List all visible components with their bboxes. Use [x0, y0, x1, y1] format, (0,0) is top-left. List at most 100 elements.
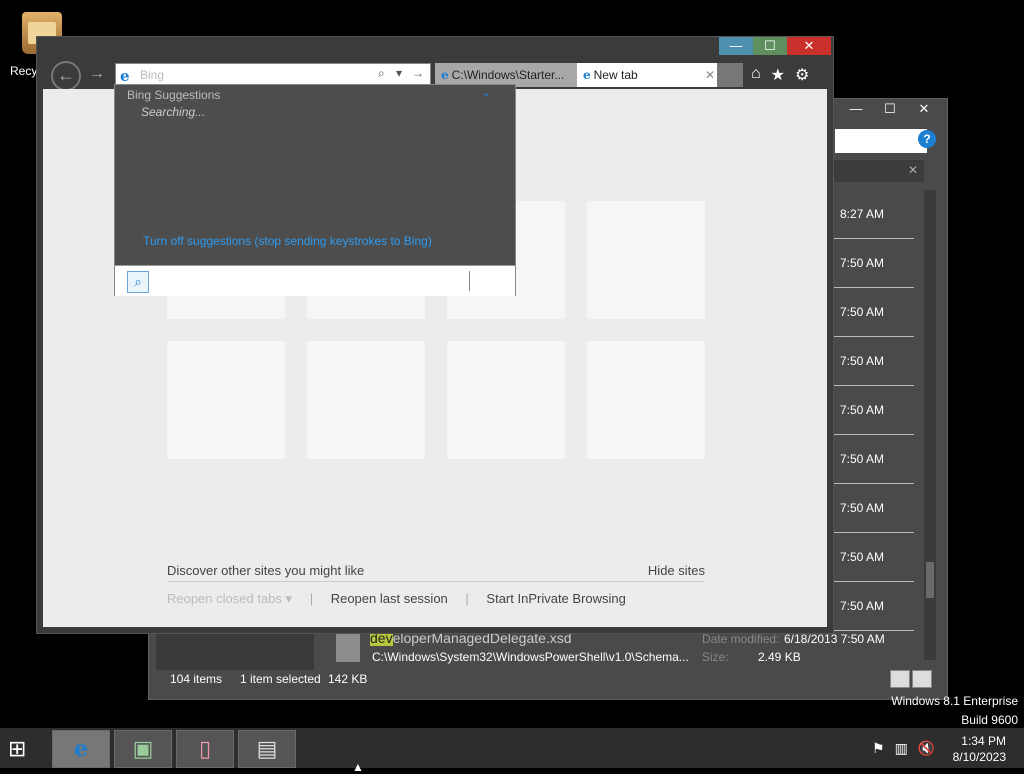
large-icons-view-button[interactable] [912, 670, 932, 688]
close-button[interactable]: ✕ [907, 99, 941, 119]
list-item[interactable]: 8:27 AM [834, 190, 914, 239]
ie-page-icon: e [441, 68, 449, 82]
address-dropdown-icon[interactable]: ▾ [396, 66, 402, 80]
tab-label: New tab [593, 68, 638, 82]
site-tile[interactable] [307, 341, 425, 459]
explorer-status-bar: 104 items 1 item selected 142 KB [156, 670, 926, 690]
suggestions-header: Bing Suggestions [127, 88, 221, 102]
navigation-pane [156, 628, 314, 670]
site-tile[interactable] [167, 341, 285, 459]
home-icon[interactable]: ⌂ [751, 65, 761, 85]
list-item[interactable]: 7:50 AM [834, 484, 914, 533]
ie-window-controls: — ☐ ✕ [719, 37, 831, 55]
explorer-search-box[interactable]: ✕ [834, 160, 924, 182]
list-item[interactable]: 7:50 AM [834, 337, 914, 386]
selection-count: 1 item selected [240, 672, 321, 686]
mouse-cursor-icon: ▲ [352, 760, 364, 774]
list-item[interactable]: 7:50 AM [834, 435, 914, 484]
clock-date: 8/10/2023 [952, 750, 1006, 764]
reopen-closed-tabs-link[interactable]: Reopen closed tabs ▾ [167, 591, 292, 606]
clock-time: 1:34 PM [961, 734, 1006, 748]
taskbar-app-4[interactable]: ▤ [238, 730, 296, 768]
taskbar-app-3[interactable]: ▯ [176, 730, 234, 768]
list-item[interactable]: 7:50 AM [834, 239, 914, 288]
taskbar-internet-explorer[interactable]: e [52, 730, 110, 768]
taskbar: ⊞ e ▣ ▯ ▤ ⚑ ▥ 🔇 1:34 PM 8/10/2023 [0, 728, 1024, 768]
help-icon[interactable]: ? [918, 130, 936, 148]
ie-page-icon: e [583, 68, 591, 82]
list-item[interactable]: 7:50 AM [834, 288, 914, 337]
discover-label: Discover other sites you might like [167, 563, 365, 578]
date-modified: 7:50 AM [840, 305, 885, 319]
date-modified: 7:50 AM [840, 501, 885, 515]
selection-size: 142 KB [328, 672, 368, 686]
divider [469, 271, 470, 291]
ie-logo-icon: e [120, 67, 130, 85]
clear-search-icon[interactable]: ✕ [908, 163, 918, 177]
file-path: C:\Windows\System32\WindowsPowerShell\v1… [372, 650, 689, 664]
close-tab-icon[interactable]: ✕ [705, 63, 715, 87]
hide-sites-link[interactable]: Hide sites [648, 563, 705, 578]
ie-toolbar: ⌂ ★ ⚙ [751, 65, 809, 85]
explorer-scrollbar[interactable] [924, 190, 936, 660]
maximize-button[interactable]: ☐ [753, 37, 787, 55]
size-value: 2.49 KB [758, 650, 801, 664]
discover-sites-bar: Discover other sites you might like Hide… [167, 561, 705, 582]
taskbar-app-2[interactable]: ▣ [114, 730, 172, 768]
date-modified: 7:50 AM [840, 403, 885, 417]
minimize-button[interactable]: — [719, 37, 753, 55]
go-button[interactable]: → [412, 66, 424, 80]
date-modified: 8:27 AM [840, 207, 885, 221]
action-center-flag-icon[interactable]: ⚑ [872, 740, 885, 757]
recycle-bin-label: Recy [10, 64, 38, 78]
tab-new-tab[interactable]: e New tab ✕ [577, 63, 721, 87]
chevron-down-icon[interactable]: ⌄ [481, 85, 491, 99]
date-modified: 7:50 AM [840, 452, 885, 466]
details-view-button[interactable] [890, 670, 910, 688]
favorites-star-icon[interactable]: ★ [771, 65, 785, 85]
tools-gear-icon[interactable]: ⚙ [795, 65, 809, 85]
reopen-last-session-link[interactable]: Reopen last session [331, 591, 448, 606]
separator: | [465, 591, 469, 606]
file-icon [336, 632, 360, 662]
list-item[interactable]: 7:50 AM [834, 386, 914, 435]
windows-version-watermark: Windows 8.1 Enterprise Build 9600 [891, 692, 1018, 730]
forward-button[interactable]: → [89, 65, 105, 83]
network-icon[interactable]: ▥ [895, 740, 908, 757]
search-provider-bar: ⌕ [115, 265, 515, 296]
search-icon[interactable]: ⌕ [378, 66, 385, 81]
turn-off-suggestions-link[interactable]: Turn off suggestions (stop sending keyst… [143, 234, 432, 248]
size-label: Size: [702, 650, 729, 664]
date-modified: 7:50 AM [840, 599, 885, 613]
site-tile[interactable] [587, 341, 705, 459]
maximize-button[interactable]: ☐ [873, 99, 907, 119]
list-item[interactable]: 7:50 AM [834, 533, 914, 582]
date-modified-value: 6/18/2013 7:50 AM [784, 632, 885, 646]
site-tile[interactable] [587, 201, 705, 319]
date-modified: 7:50 AM [840, 256, 885, 270]
explorer-window-controls: — ☐ ✕ [839, 99, 941, 119]
start-button[interactable]: ⊞ [8, 736, 38, 762]
back-button[interactable]: ← [51, 61, 81, 91]
date-modified: 7:50 AM [840, 354, 885, 368]
search-provider-icon[interactable]: ⌕ [127, 271, 149, 293]
new-tab-button[interactable] [717, 63, 743, 87]
tab-label: C:\Windows\Starter... [451, 68, 565, 82]
inprivate-browsing-link[interactable]: Start InPrivate Browsing [486, 591, 625, 606]
clock[interactable]: 1:34 PM 8/10/2023 [953, 733, 1006, 765]
address-input[interactable] [138, 66, 372, 84]
selected-file-details: developerManagedDelegate.xsd C:\Windows\… [156, 628, 926, 670]
system-tray: ⚑ ▥ 🔇 [872, 740, 935, 757]
session-links: Reopen closed tabs ▾ | Reopen last sessi… [167, 591, 640, 607]
site-tile[interactable] [447, 341, 565, 459]
os-name: Windows 8.1 Enterprise [891, 694, 1018, 708]
date-modified: 7:50 AM [840, 550, 885, 564]
explorer-address-bar[interactable] [835, 129, 927, 153]
item-count: 104 items [170, 672, 223, 686]
scrollbar-thumb[interactable] [926, 562, 934, 598]
volume-muted-icon[interactable]: 🔇 [918, 740, 935, 757]
close-button[interactable]: ✕ [787, 37, 831, 55]
view-toggle [890, 670, 932, 688]
minimize-button[interactable]: — [839, 99, 873, 119]
list-item[interactable]: 7:50 AM [834, 582, 914, 631]
